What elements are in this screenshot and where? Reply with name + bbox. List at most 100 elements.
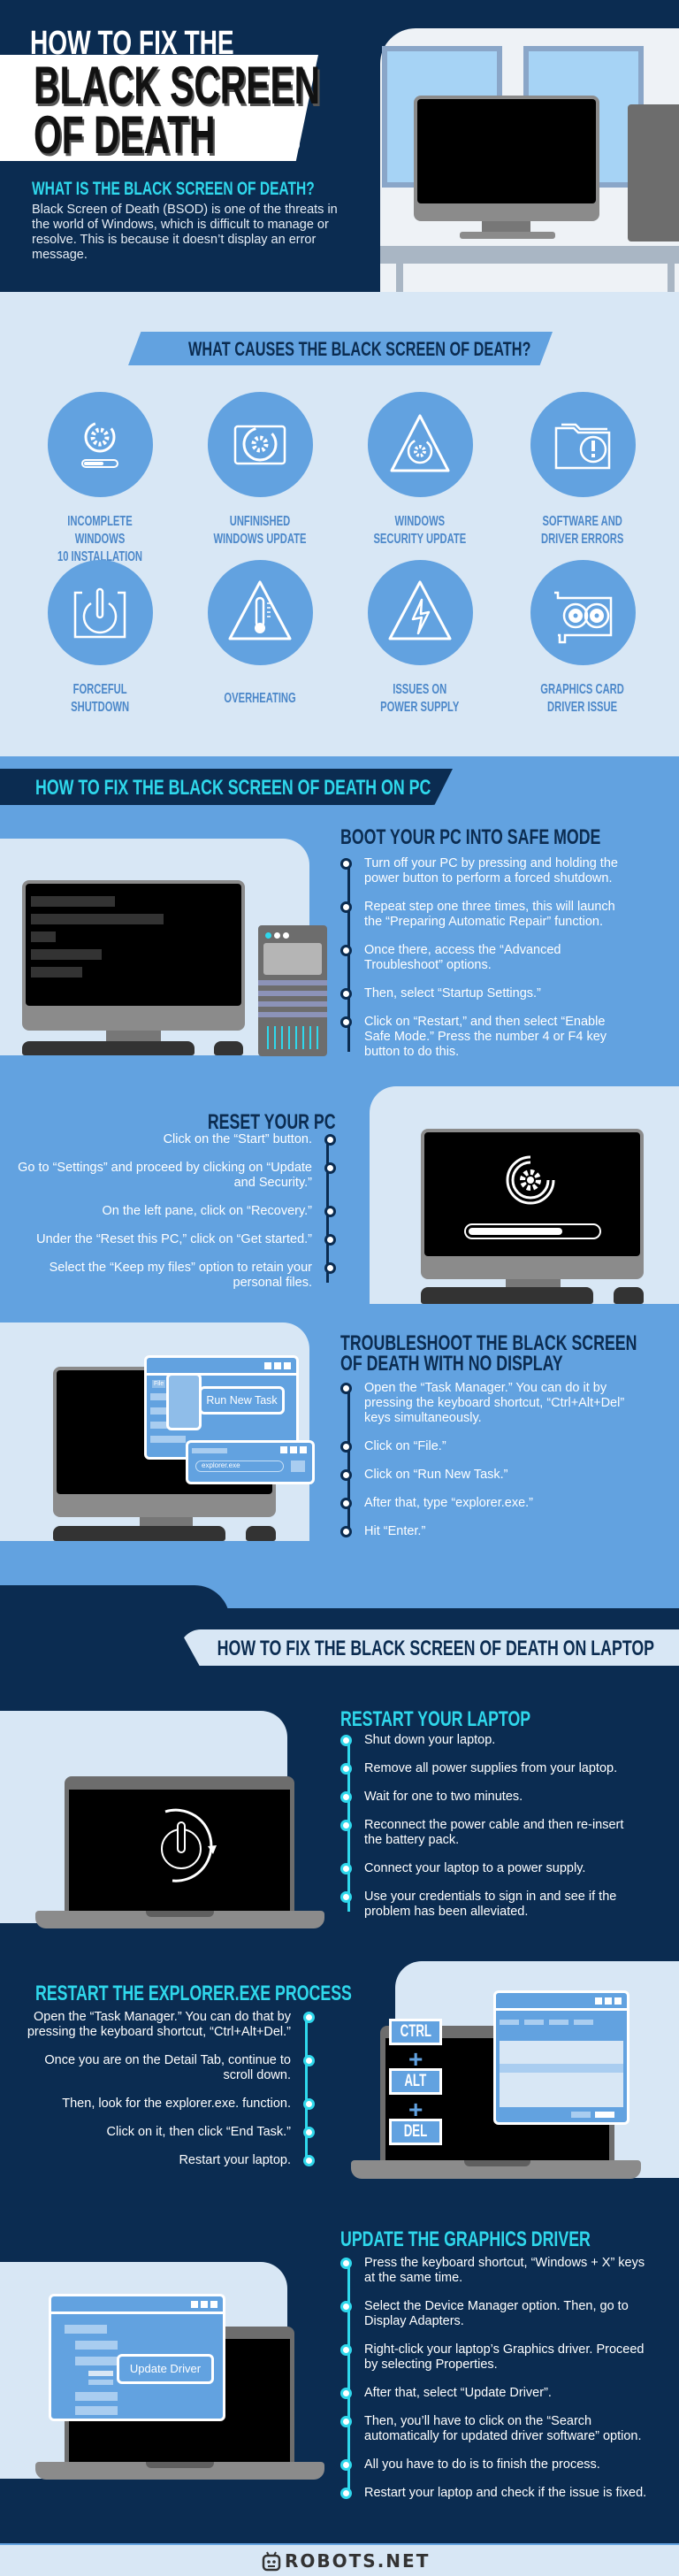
timeline-bullet-icon [303,2055,315,2066]
what-is-text: Black Screen of Death (BSOD) is one of t… [32,203,338,262]
del-key: DEL [389,2119,442,2145]
robots-logo[interactable]: ROBOTS.NET [262,2550,430,2572]
cause-label: UNFINISHED WINDOWS UPDATE [185,513,335,548]
timeline-bullet-icon [340,1791,352,1803]
timeline-bullet-icon [340,2301,352,2312]
step-item: Select the “Keep my files” option to ret… [18,1261,336,1291]
what-is-heading: WHAT IS THE BLACK SCREEN OF DEATH? [32,179,315,199]
timeline-bullet-icon [324,1234,336,1246]
step-item: Open the “Task Manager.” You can do that… [14,2010,315,2040]
step-item: After that, select “Update Driver”. [340,2386,659,2401]
run-new-task-label[interactable]: Run New Task [206,1394,277,1407]
timeline-bullet-icon [340,1735,352,1746]
step-text: Select the Device Manager option. Then, … [364,2299,629,2328]
step-item: Select the Device Manager option. Then, … [340,2299,659,2329]
step-text: Remove all power supplies from your lapt… [364,1761,618,1775]
step-text: Right-click your laptop’s Graphics drive… [364,2342,645,2372]
timeline-bullet-icon [340,1891,352,1903]
cause-label-text: FORCEFUL SHUTDOWN [71,682,129,715]
timeline-bullet-icon [340,1441,352,1453]
boot-steps: Turn off your PC by pressing and holding… [340,856,632,1073]
run-dialog: explorer.exe [186,1440,315,1484]
step-text: Reconnect the power cable and then re-in… [364,1818,624,1847]
run-new-task-popup[interactable]: Run New Task [199,1386,285,1414]
step-text: All you have to do is to finish the proc… [364,2457,600,2472]
step-text: Once you are on the Detail Tab, continue… [44,2053,291,2082]
timeline-bullet-icon [340,2459,352,2471]
timeline-bullet-icon [340,988,352,1000]
cause-label: WINDOWS SECURITY UPDATE [345,513,495,548]
update-driver-label[interactable]: Update Driver [130,2362,201,2375]
troubleshoot-steps: Open the “Task Manager.” You can do it b… [340,1381,641,1552]
thermometer-warning-icon [228,580,292,640]
timeline-bullet-icon [324,1206,336,1217]
logo-text: ROBOTS.NET [285,2550,431,2572]
timeline-bullet-icon [340,1763,352,1775]
step-text: Go to “Settings” and proceed by clicking… [18,1161,312,1190]
cause-icon-circle [48,560,153,665]
restart-laptop-title: RESTART YOUR LAPTOP [340,1707,531,1731]
cause-label-text: UNFINISHED WINDOWS UPDATE [213,514,307,547]
step-item: Shut down your laptop. [340,1733,641,1748]
graphics-steps: Press the keyboard shortcut, “Windows + … [340,2256,659,2514]
cause-label: SOFTWARE AND DRIVER ERRORS [507,513,658,548]
gear-progress-icon [81,421,118,468]
step-text: Connect your laptop to a power supply. [364,1861,586,1875]
step-text: After that, type “explorer.exe.” [364,1496,534,1510]
file-menu-dropdown [166,1373,202,1430]
reset-title: RESET YOUR PC [208,1110,336,1134]
cause-label-text: OVERHEATING [224,691,296,706]
timeline-bullet-icon [303,2155,315,2166]
step-item: Restart your laptop. [14,2153,315,2168]
step-text: Shut down your laptop. [364,1733,496,1747]
step-item: Then, look for the explorer.exe. functio… [14,2097,315,2112]
step-item: Under the “Reset this PC,” click on “Get… [18,1232,336,1247]
graphics-title: UPDATE THE GRAPHICS DRIVER [340,2227,591,2251]
step-text: Turn off your PC by pressing and holding… [364,856,618,886]
cause-label: FORCEFUL SHUTDOWN [25,681,175,717]
timeline-bullet-icon [340,858,352,870]
timeline-bullet-icon [324,1134,336,1146]
cause-label-text: ISSUES ON POWER SUPPLY [380,682,460,715]
step-item: Click on it, then click “End Task.” [14,2125,315,2140]
step-item: Repeat step one three times, this will l… [340,900,632,930]
robot-icon [262,2551,281,2572]
reset-progress-bar [464,1223,601,1239]
alt-key: ALT [389,2068,442,2095]
cause-icon-circle [530,560,636,665]
step-text: Open the “Task Manager.” You can do it b… [364,1381,625,1425]
step-text: Once there, access the “Advanced Trouble… [364,943,561,972]
header-section: HOW TO FIX THE BLACK SCREEN OF DEATH FOR… [0,0,679,292]
gear-refresh-icon [506,1155,555,1205]
step-text: Wait for one to two minutes. [364,1790,523,1804]
cause-icon-circle [368,560,473,665]
boot-pc-tower [258,925,327,1056]
timeline-bullet-icon [340,1863,352,1874]
ctrl-key: CTRL [389,2019,442,2045]
lightning-warning-icon [388,580,452,640]
step-item: Click on the “Start” button. [18,1132,336,1147]
step-item: Restart your laptop and check if the iss… [340,2486,659,2501]
step-text: On the left pane, click on “Recovery.” [102,1204,312,1218]
cause-label-text: SOFTWARE AND DRIVER ERRORS [541,514,624,547]
restart-laptop-steps: Shut down your laptop. Remove all power s… [340,1733,641,1933]
cause-icon-circle [208,392,313,497]
step-text: Click on it, then click “End Task.” [106,2125,291,2139]
timeline-bullet-icon [340,1383,352,1394]
step-item: Connect your laptop to a power supply. [340,1861,641,1876]
boot-title: BOOT YOUR PC INTO SAFE MODE [340,825,601,849]
cause-label-text: INCOMPLETE WINDOWS 10 INSTALLATION [57,514,143,564]
step-item: Click on “Run New Task.” [340,1468,641,1483]
reset-steps: Click on the “Start” button. Go to “Setti… [18,1132,336,1304]
step-item: On the left pane, click on “Recovery.” [18,1204,336,1219]
step-item: Click on “File.” [340,1439,641,1454]
file-menu-label: File [152,1380,166,1388]
pc-section: HOW TO FIX THE BLACK SCREEN OF DEATH ON … [0,756,679,1614]
timeline-bullet-icon [340,2258,352,2269]
step-text: Click on “Run New Task.” [364,1468,508,1482]
timeline-bullet-icon [340,901,352,913]
task-manager-window [493,1990,629,2125]
step-text: Repeat step one three times, this will l… [364,900,615,929]
update-driver-popup[interactable]: Update Driver [117,2354,214,2384]
run-input[interactable]: explorer.exe [195,1460,284,1472]
